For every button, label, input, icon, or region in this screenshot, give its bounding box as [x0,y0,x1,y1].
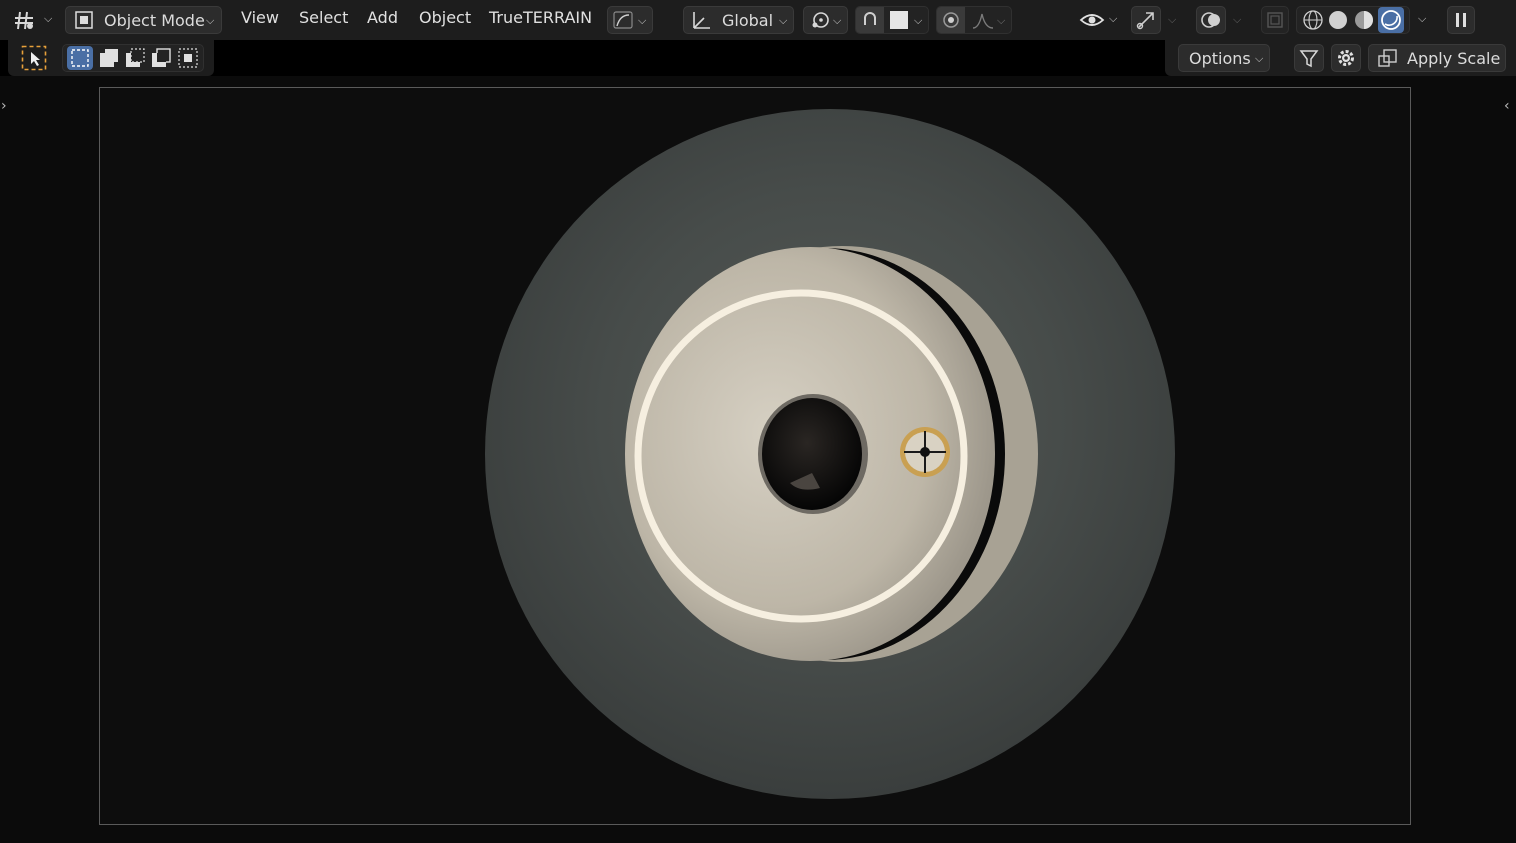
active-tool-button[interactable] [20,44,48,72]
chevron-down-icon: ⌵ [44,12,53,25]
chevron-down-icon[interactable]: ⌵ [997,14,1005,28]
menu-object[interactable]: Object [419,8,471,27]
mode-label: Object Mode [104,10,205,30]
eye-icon [1079,14,1105,26]
chevron-down-icon[interactable]: ⌵ [1418,12,1426,26]
curve-icon [613,11,633,29]
selection-mode-new[interactable] [67,46,94,70]
box-new-icon [71,49,89,67]
falloff-curve-icon[interactable] [971,10,995,30]
orientation-label: Global [722,10,774,30]
toolbar-expand-icon[interactable]: › [1,98,7,114]
magnet-icon [864,12,876,25]
menu-trueterrain[interactable]: TrueTERRAIN [489,8,592,27]
transform-orientation-dropdown[interactable]: Global ⌵ [683,6,794,34]
snapping-group: ⌵ [855,6,929,34]
settings-button[interactable] [1331,44,1361,72]
object-visibility-dropdown[interactable]: ⌵ [1079,6,1123,34]
xray-icon [1267,12,1283,28]
cursor-select-icon [21,45,47,71]
apply-scale-button[interactable]: Apply Scale [1368,44,1506,72]
sidebar-expand-icon[interactable]: ‹ [1504,98,1510,114]
options-dropdown[interactable]: Options ⌵ [1178,44,1270,72]
rendered-shading-icon [1381,10,1402,30]
orientation-axes-icon [693,12,710,29]
wireframe-shading-icon[interactable] [1302,9,1324,31]
tool-header-left [8,40,214,76]
menu-select[interactable]: Select [299,8,348,27]
snap-toggle[interactable] [856,7,884,33]
overlays-toggle[interactable] [1196,6,1226,34]
pause-icon [1456,13,1466,27]
gizmo-icon [1136,12,1154,30]
center-hole [762,398,862,510]
menu-view[interactable]: View [241,8,279,27]
viewport-header: ⌵ Object Mode ⌵ View Select Add Object T… [0,0,1516,40]
material-shading-icon[interactable] [1353,9,1375,31]
chevron-down-icon[interactable]: ⌵ [1233,13,1241,27]
box-extend-icon[interactable] [98,47,120,69]
proportional-toggle[interactable] [937,7,965,33]
gizmo-toggle[interactable] [1131,6,1161,34]
scale-icon [1378,49,1397,67]
options-label: Options [1189,48,1251,68]
chevron-down-icon[interactable]: ⌵ [1168,13,1176,27]
snap-target-icon[interactable] [890,11,908,29]
object-mode-icon [75,11,93,29]
grid-axes-icon [15,11,33,30]
apply-scale-label: Apply Scale [1407,48,1501,68]
screw-center [920,447,930,457]
chevron-down-icon[interactable]: ⌵ [914,14,922,28]
gear-icon [1338,50,1354,66]
mode-dropdown[interactable]: Object Mode ⌵ [65,6,222,34]
pivot-point-dropdown[interactable]: ⌵ [803,6,848,34]
xray-toggle[interactable] [1261,6,1289,34]
tool-header-right: Options ⌵ Apply Scale [1165,40,1516,76]
trueterrain-dropdown[interactable]: ⌵ [607,6,653,34]
pause-render-button[interactable] [1447,6,1475,34]
chevron-down-icon: ⌵ [779,14,788,27]
shading-mode-group [1296,6,1410,34]
proportional-editing-icon [943,12,959,28]
filter-icon [1299,50,1319,68]
editor-type-button[interactable]: ⌵ [12,6,58,34]
rendered-shading-button[interactable] [1378,7,1405,33]
chevron-down-icon: ⌵ [206,14,215,27]
solid-shading-icon[interactable] [1327,9,1349,31]
box-invert-icon[interactable] [150,47,172,69]
chevron-down-icon: ⌵ [1255,52,1264,65]
camera-viewport[interactable] [99,87,1411,825]
chevron-down-icon: ⌵ [1109,12,1118,25]
selection-mode-group [62,44,204,72]
box-subtract-icon[interactable] [124,47,146,69]
chevron-down-icon: ⌵ [638,14,647,27]
proportional-editing-group: ⌵ [936,6,1012,34]
box-intersect-icon[interactable] [177,47,199,69]
pivot-icon [812,12,829,28]
filter-button[interactable] [1294,44,1324,72]
menu-add[interactable]: Add [367,8,398,27]
rendered-scene [485,109,1175,799]
overlays-icon [1201,12,1220,28]
chevron-down-icon: ⌵ [833,14,842,27]
